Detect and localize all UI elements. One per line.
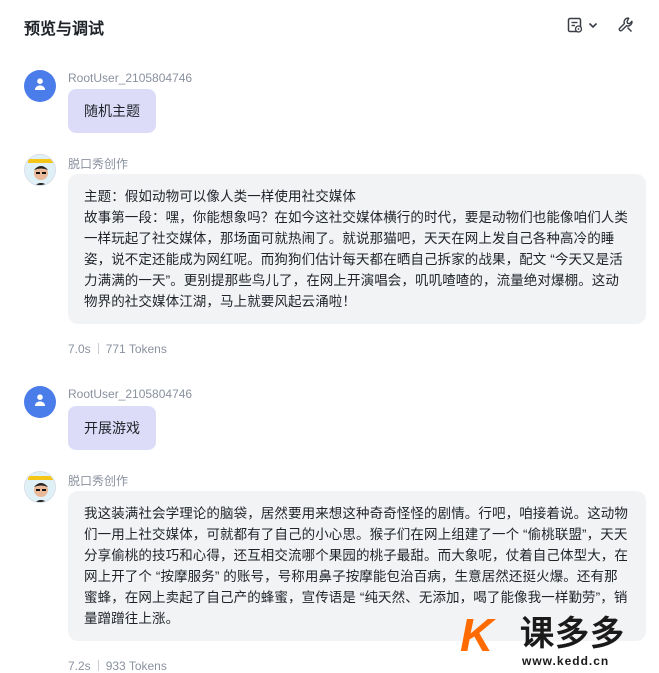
avatar: [24, 154, 56, 186]
avatar: [24, 386, 56, 418]
watermark-k-mark: K: [460, 609, 494, 661]
sender-name: RootUser_2105804746: [68, 71, 193, 85]
wrench-icon: [617, 16, 635, 34]
sender-name: 脱口秀创作: [68, 474, 129, 488]
bot-avatar-icon: [25, 155, 55, 185]
response-time: 7.0s: [68, 342, 91, 356]
sender-name: 脱口秀创作: [68, 157, 129, 171]
message-meta: 7.2s 933 Tokens: [68, 659, 167, 673]
user-message-bubble: 开展游戏: [68, 406, 156, 450]
user-icon: [33, 393, 47, 412]
user-icon: [33, 77, 47, 96]
avatar: [24, 471, 56, 503]
bot-message-bubble: 主题：假如动物可以像人类一样使用社交媒体 故事第一段：嘿，你能想象吗？在如今这社…: [68, 174, 646, 324]
meta-divider: [97, 660, 99, 671]
token-count: 933 Tokens: [105, 659, 167, 673]
chevron-down-icon: [587, 19, 599, 31]
debug-tools-button[interactable]: [617, 14, 635, 36]
settings-dropdown-button[interactable]: [566, 14, 599, 36]
watermark-logo: K 课多多 www.kedd.cn: [458, 610, 659, 673]
watermark-name: 课多多: [520, 615, 625, 653]
response-time: 7.2s: [68, 659, 91, 673]
sender-name: RootUser_2105804746: [68, 387, 193, 401]
settings-list-icon: [566, 16, 584, 34]
avatar: [24, 70, 56, 102]
page-title: 预览与调试: [24, 21, 105, 38]
user-message-bubble: 随机主题: [68, 89, 156, 133]
token-count: 771 Tokens: [105, 342, 167, 356]
meta-divider: [97, 343, 99, 354]
watermark-url: www.kedd.cn: [522, 654, 610, 668]
bot-avatar-icon: [25, 472, 55, 502]
preview-debug-header: 预览与调试: [0, 0, 659, 52]
message-meta: 7.0s 771 Tokens: [68, 342, 167, 356]
